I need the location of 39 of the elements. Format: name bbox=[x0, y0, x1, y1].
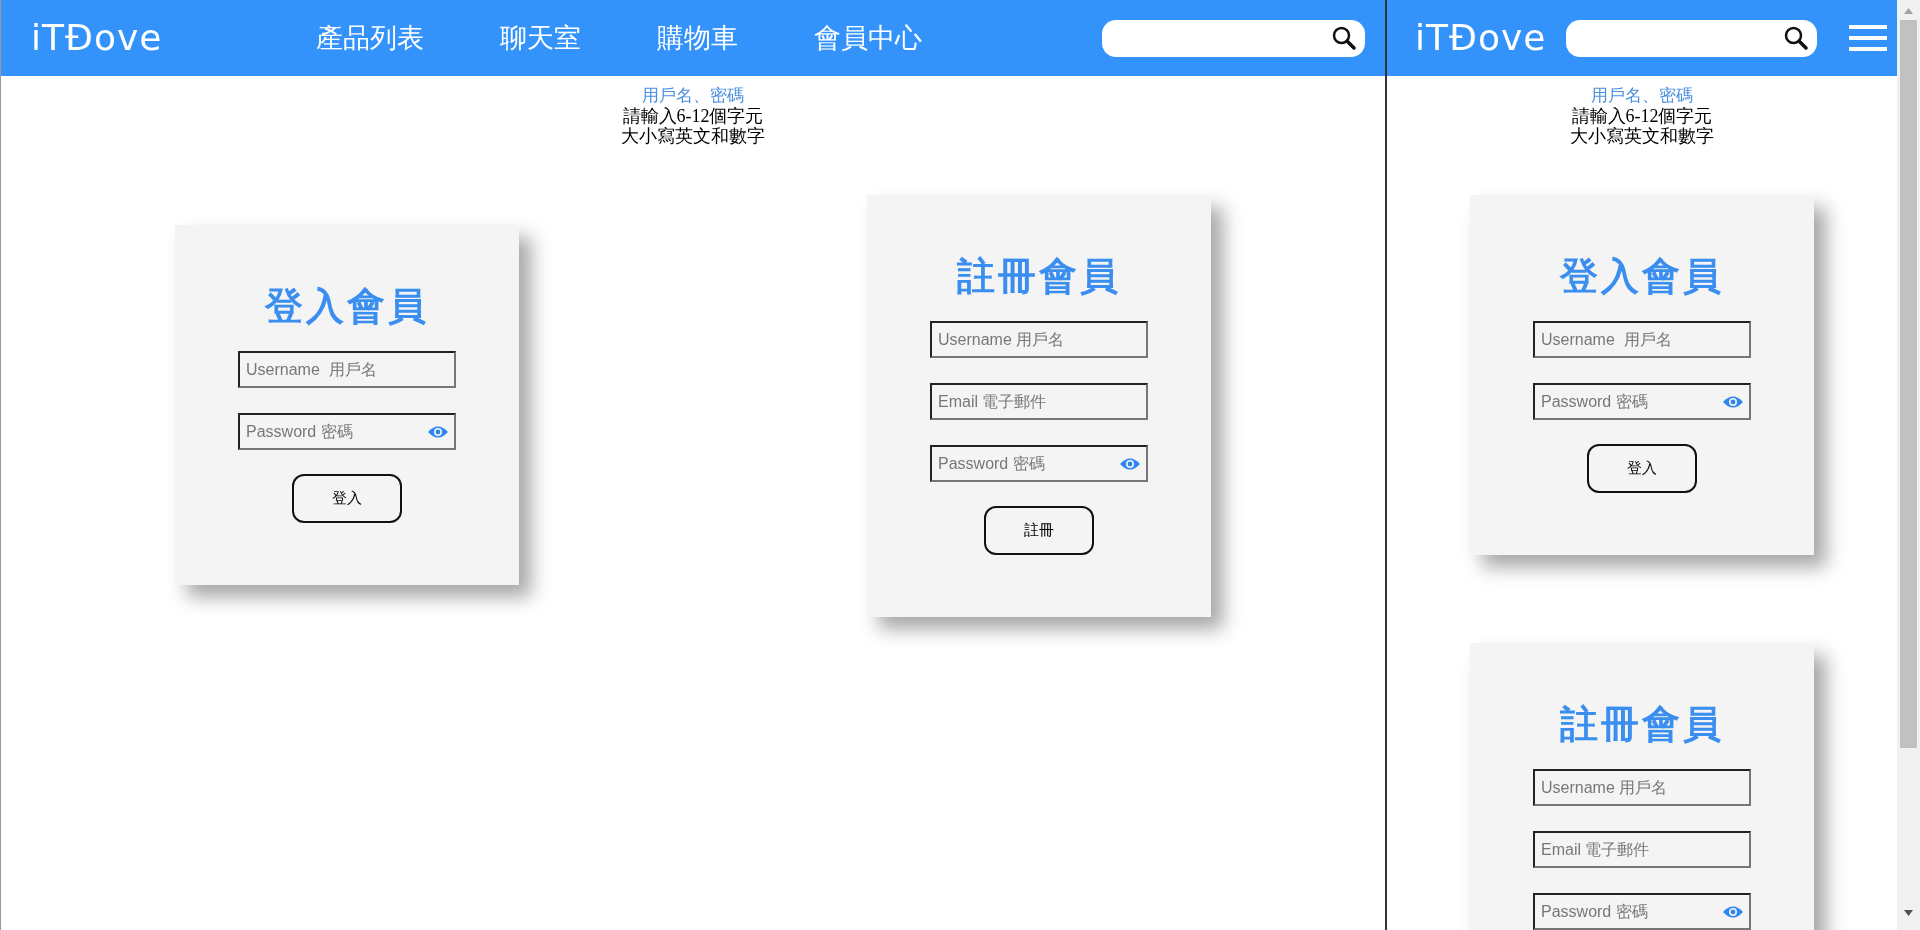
search-icon[interactable] bbox=[1783, 25, 1810, 51]
card-title: 註冊會員 bbox=[1560, 702, 1724, 747]
eye-icon[interactable] bbox=[1119, 457, 1141, 471]
text-field[interactable]: Email 電子郵件 bbox=[930, 383, 1148, 420]
eye-icon[interactable] bbox=[1722, 905, 1744, 919]
text-field[interactable]: Username 用戶名 bbox=[238, 351, 456, 388]
nav-link[interactable]: 聊天室 bbox=[500, 20, 582, 56]
nav-link[interactable]: 購物車 bbox=[657, 20, 739, 56]
submit-button[interactable]: 註冊 bbox=[984, 506, 1094, 555]
search-field[interactable] bbox=[1102, 19, 1365, 57]
hint-text: 請輸入6-12個字元 bbox=[1571, 106, 1713, 126]
hint-text: 大小寫英文和數字 bbox=[1570, 126, 1714, 146]
hint-title: 用戶名、密碼 bbox=[642, 86, 744, 106]
eye-icon[interactable] bbox=[427, 425, 449, 439]
nav-link[interactable]: 會員中心 bbox=[814, 20, 923, 56]
hint-text: 請輸入6-12個字元 bbox=[622, 106, 764, 126]
card-title: 登入會員 bbox=[265, 284, 429, 329]
text-field[interactable]: Username 用戶名 bbox=[930, 321, 1148, 358]
password-field[interactable]: Password 密碼 bbox=[1533, 383, 1751, 420]
hint-text: 大小寫英文和數字 bbox=[621, 126, 765, 146]
password-field[interactable]: Password 密碼 bbox=[930, 445, 1148, 482]
text-field[interactable]: Email 電子郵件 bbox=[1533, 831, 1751, 868]
card-title: 登入會員 bbox=[1560, 254, 1724, 299]
card-title: 註冊會員 bbox=[957, 254, 1121, 299]
submit-button[interactable]: 登入 bbox=[292, 474, 402, 523]
nav-link[interactable]: 產品列表 bbox=[316, 20, 425, 56]
menu-icon[interactable] bbox=[1849, 25, 1888, 51]
logo[interactable]: iTĐove bbox=[31, 20, 163, 56]
text-field[interactable]: Username 用戶名 bbox=[1533, 321, 1751, 358]
eye-icon[interactable] bbox=[1722, 395, 1744, 409]
submit-button[interactable]: 登入 bbox=[1587, 444, 1697, 493]
scrollbar-drawing[interactable] bbox=[1897, 0, 1920, 930]
text-field[interactable]: Username 用戶名 bbox=[1533, 769, 1751, 806]
logo[interactable]: iTĐove bbox=[1415, 20, 1547, 56]
hint-title: 用戶名、密碼 bbox=[1591, 86, 1693, 106]
password-field[interactable]: Password 密碼 bbox=[1533, 893, 1751, 930]
search-icon[interactable] bbox=[1331, 25, 1357, 51]
password-field[interactable]: Password 密碼 bbox=[238, 413, 456, 450]
search-field[interactable] bbox=[1566, 19, 1818, 57]
